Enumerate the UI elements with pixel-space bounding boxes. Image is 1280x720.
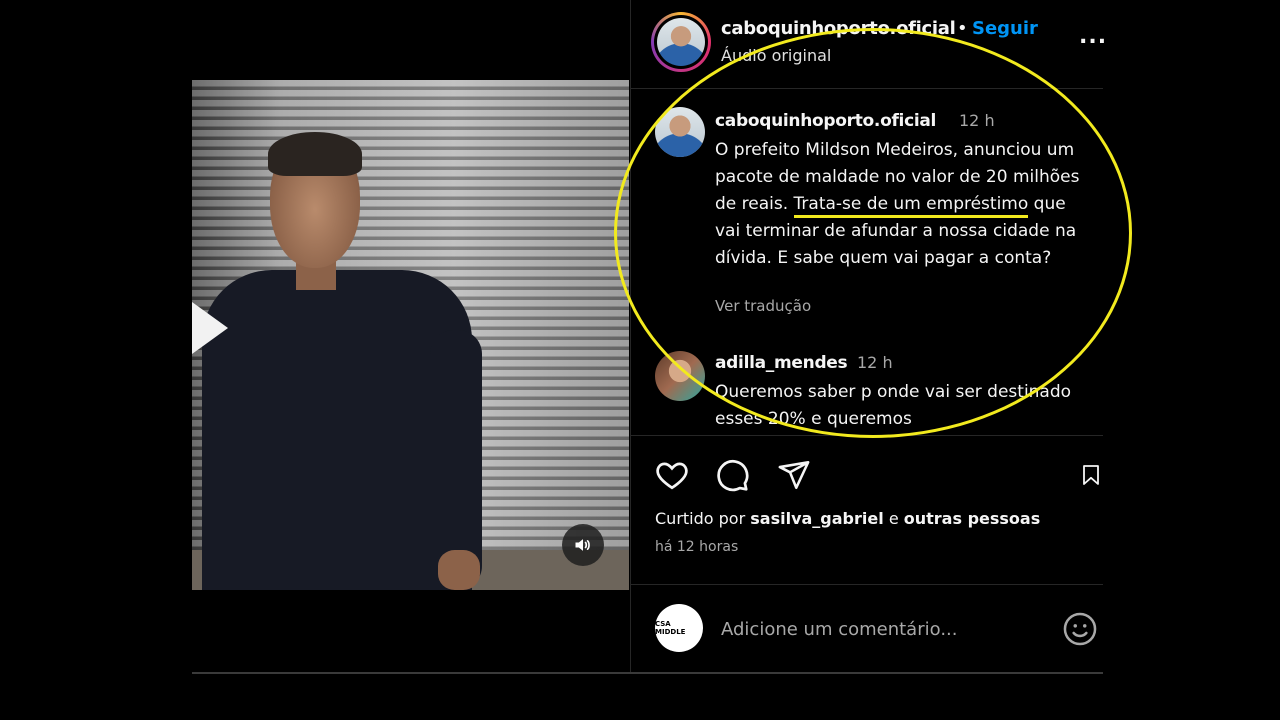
- divider: [631, 435, 1103, 436]
- caption-text: O prefeito Mildson Medeiros, anunciou um…: [715, 140, 1080, 268]
- bookmark-icon: [1083, 465, 1099, 485]
- post-timestamp: há 12 horas: [655, 539, 739, 555]
- play-icon[interactable]: [192, 302, 228, 354]
- author-username[interactable]: caboquinhoporto.oficial: [721, 18, 956, 39]
- separator-dot: •: [957, 18, 968, 39]
- share-button[interactable]: [775, 456, 813, 494]
- like-button[interactable]: [653, 456, 691, 494]
- liker-username[interactable]: sasilva_gabriel: [750, 509, 883, 528]
- share-icon: [778, 460, 810, 490]
- emoji-button[interactable]: [1061, 610, 1099, 648]
- comments-list[interactable]: caboquinhoporto.oficial 12 h O prefeito …: [631, 89, 1103, 435]
- divider: [192, 672, 1103, 674]
- likes-summary[interactable]: Curtido por sasilva_gabriel e outras pes…: [655, 509, 1040, 528]
- other-likers-link[interactable]: outras pessoas: [904, 509, 1040, 528]
- underlined-phrase: Trata-se de um empréstimo: [793, 194, 1029, 218]
- current-user-avatar: CSA MIDDLE: [655, 604, 703, 652]
- audio-label[interactable]: Áudio original: [721, 46, 831, 65]
- comment-text: Queremos saber p onde vai ser destinado …: [715, 382, 1072, 429]
- heart-icon: [656, 462, 688, 490]
- post-media: [192, 0, 629, 672]
- author-avatar[interactable]: [651, 12, 711, 72]
- video-player[interactable]: [192, 80, 629, 590]
- caption-username[interactable]: caboquinhoporto.oficial: [715, 111, 936, 131]
- person-hand: [438, 550, 480, 590]
- post-panel: caboquinhoporto.oficial • Seguir Áudio o…: [630, 0, 1106, 672]
- divider: [631, 584, 1103, 585]
- caption-time: 12 h: [959, 111, 995, 130]
- save-button[interactable]: [1073, 456, 1103, 494]
- more-options-icon[interactable]: ...: [1079, 24, 1107, 49]
- person-hair: [268, 132, 362, 176]
- follow-button[interactable]: Seguir: [972, 18, 1038, 39]
- add-comment-input[interactable]: [721, 614, 1041, 644]
- comment-avatar[interactable]: [655, 351, 705, 401]
- comment-username[interactable]: adilla_mendes: [715, 353, 848, 373]
- comment-button[interactable]: [713, 456, 751, 494]
- see-translation-link[interactable]: Ver tradução: [715, 297, 811, 315]
- caption-avatar[interactable]: [655, 107, 705, 157]
- sound-toggle-button[interactable]: [562, 524, 604, 566]
- comment-icon: [717, 459, 749, 492]
- speaker-icon: [575, 539, 590, 551]
- comment-time: 12 h: [857, 353, 893, 372]
- emoji-icon: [1063, 612, 1097, 646]
